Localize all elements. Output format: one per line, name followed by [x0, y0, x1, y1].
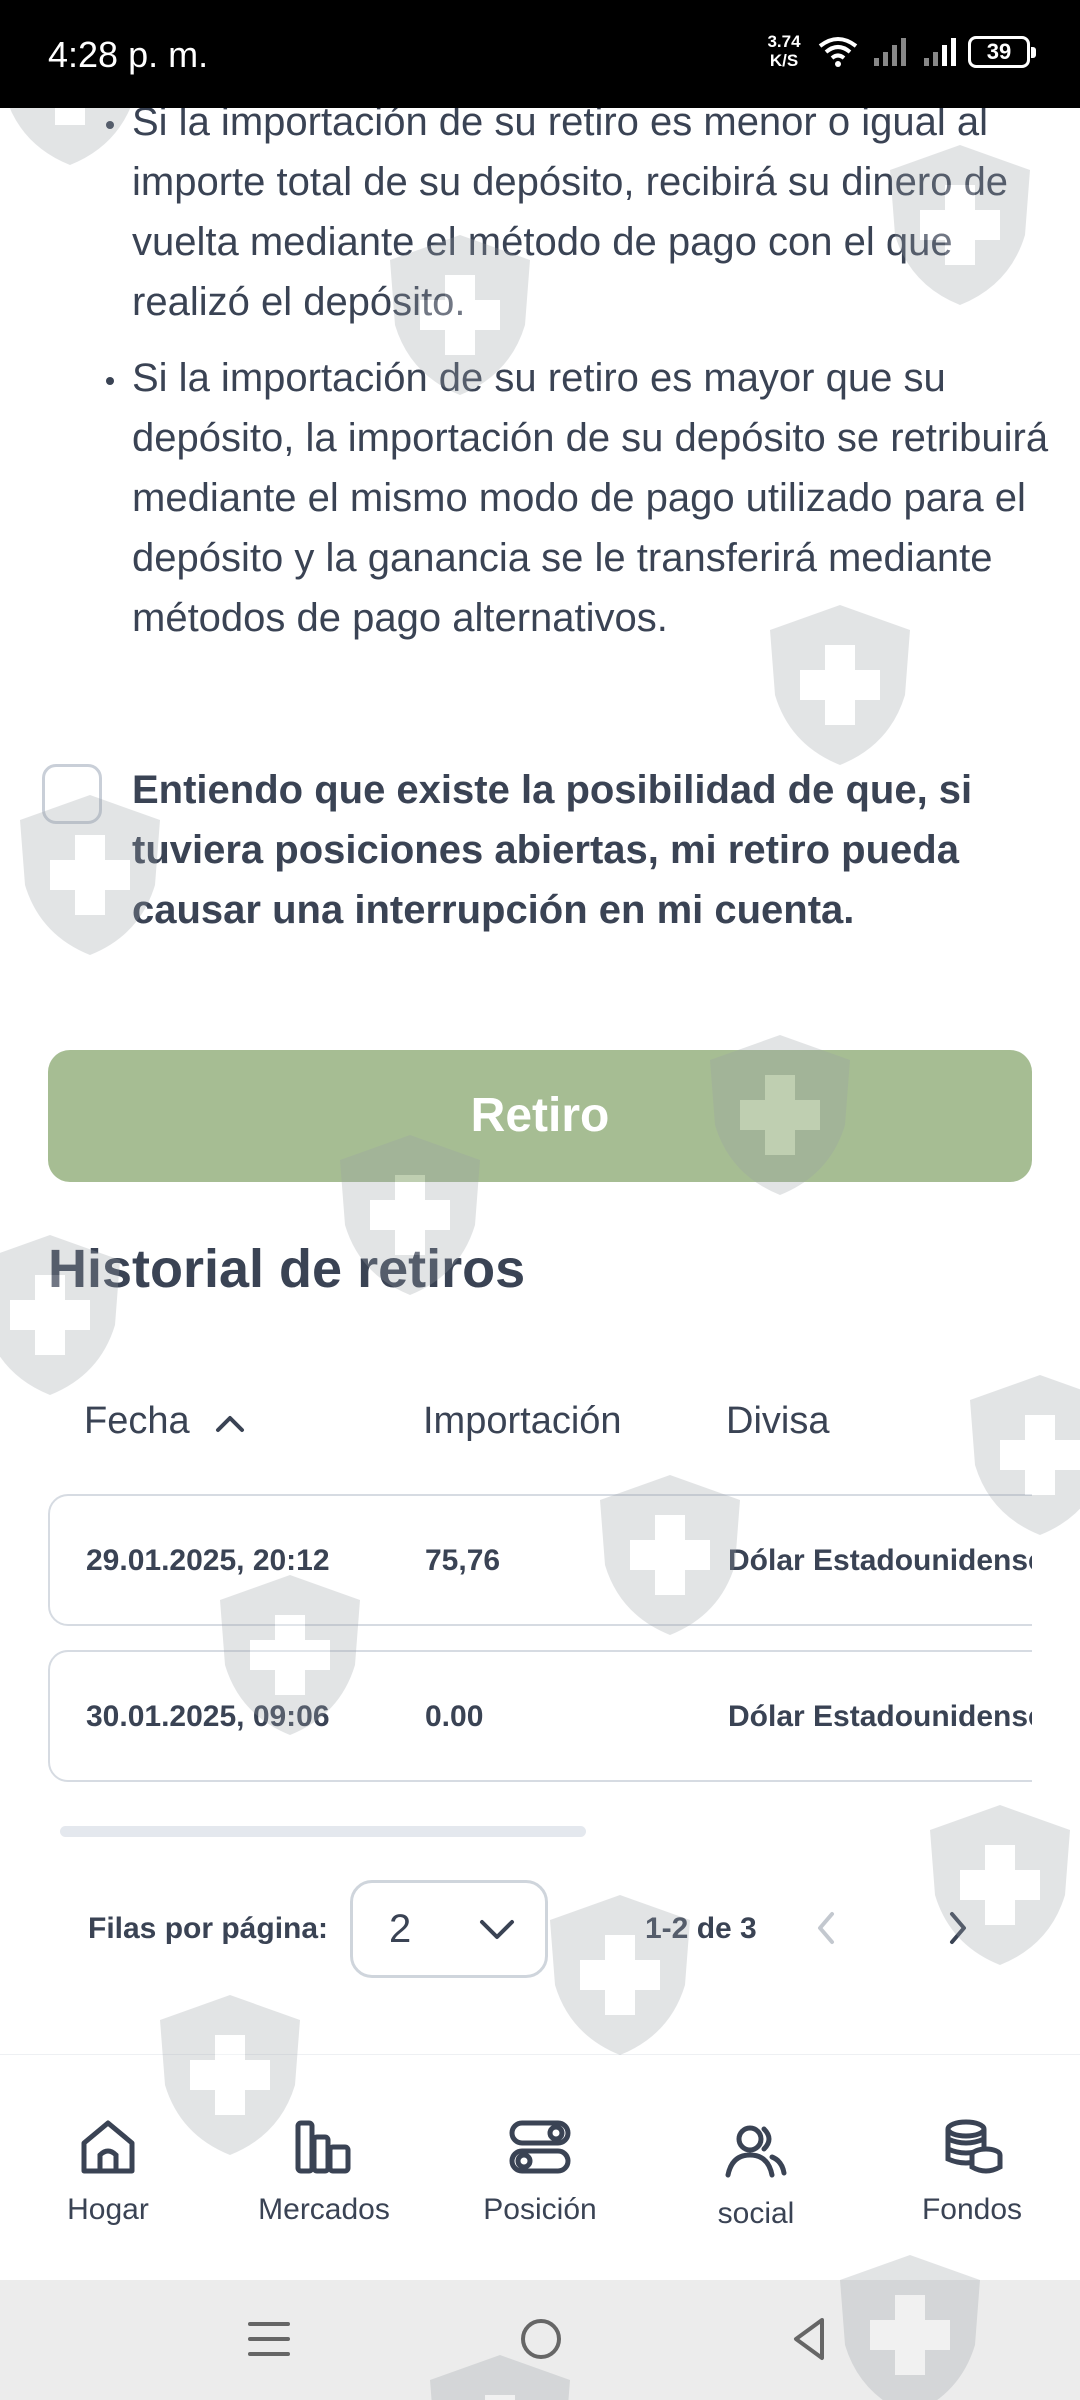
info-bullet: Si la importación de su retiro es menor …: [90, 92, 1050, 332]
signal-icon: [924, 38, 956, 66]
rows-per-page-label: Filas por página:: [88, 1912, 329, 1945]
withdrawal-info-list: Si la importación de su retiro es menor …: [90, 92, 1050, 664]
network-speed: 3.74 K/S: [760, 32, 808, 70]
pagination: Filas por página: 2 1-2 de 3: [0, 1880, 1080, 1980]
nav-label: Fondos: [921, 2193, 1023, 2226]
withdraw-button[interactable]: Retiro: [48, 1050, 1032, 1182]
info-bullet: Si la importación de su retiro es mayor …: [90, 348, 1050, 648]
column-header-currency[interactable]: Divisa: [726, 1400, 829, 1443]
nav-label: Posición: [483, 2193, 597, 2226]
chevron-up-icon[interactable]: [214, 1412, 246, 1434]
pagination-range: 1-2 de 3: [645, 1912, 757, 1945]
table-clip: [1032, 1480, 1080, 1800]
cell-currency: Dólar Estadounidense: [728, 1544, 1045, 1577]
home-icon: [81, 2120, 135, 2174]
rows-per-page-value: 2: [389, 1907, 412, 1951]
previous-page-button[interactable]: [812, 1908, 840, 1948]
funds-icon: [945, 2119, 1003, 2174]
menu-icon[interactable]: [244, 2314, 294, 2364]
cell-currency: Dólar Estadounidense: [728, 1700, 1045, 1733]
rows-per-page-select[interactable]: 2: [350, 1880, 548, 1978]
table-header: Fecha Importación Divisa: [0, 1400, 1080, 1460]
status-time: 4:28 p. m.: [48, 34, 209, 75]
markets-icon: [295, 2120, 351, 2174]
back-icon[interactable]: [786, 2314, 836, 2364]
cell-date: 30.01.2025, 09:06: [86, 1700, 330, 1733]
column-header-date[interactable]: Fecha: [84, 1400, 246, 1443]
position-icon: [509, 2120, 571, 2174]
nav-label: Mercados: [258, 2193, 390, 2226]
cell-date: 29.01.2025, 20:12: [86, 1544, 330, 1577]
column-header-date-label: Fecha: [84, 1400, 190, 1442]
nav-item-home[interactable]: Hogar: [23, 2115, 193, 2227]
system-navigation: [0, 2280, 1080, 2400]
home-circle-icon[interactable]: [516, 2314, 566, 2364]
acknowledge-label: Entiendo que existe la posibilidad de qu…: [132, 768, 973, 932]
nav-item-position[interactable]: Posición: [455, 2115, 625, 2227]
signal-icon: [874, 38, 906, 66]
table-row[interactable]: 29.01.2025, 20:12 75,76 Dólar Estadounid…: [48, 1494, 1080, 1626]
bottom-navigation: Hogar Mercados Posición social Fondos: [0, 2054, 1080, 2280]
wifi-icon: [818, 37, 858, 67]
network-speed-value: 3.74: [767, 32, 801, 51]
nav-item-markets[interactable]: Mercados: [239, 2115, 409, 2227]
acknowledge-checkbox[interactable]: [42, 764, 102, 824]
battery-icon: 39: [968, 36, 1036, 68]
cell-amount: 75,76: [425, 1544, 501, 1577]
cell-amount: 0.00: [425, 1700, 484, 1733]
social-icon: [725, 2125, 787, 2178]
history-title: Historial de retiros: [48, 1239, 526, 1299]
nav-label: social: [717, 2197, 795, 2230]
nav-item-funds[interactable]: Fondos: [887, 2115, 1057, 2227]
chevron-down-icon: [480, 1920, 514, 1939]
nav-item-social[interactable]: social: [671, 2115, 841, 2231]
next-page-button[interactable]: [944, 1908, 972, 1948]
nav-label: Hogar: [67, 2193, 149, 2226]
status-bar: 4:28 p. m. 3.74 K/S 39: [0, 0, 1080, 108]
horizontal-scrollbar[interactable]: [60, 1826, 586, 1837]
network-speed-unit: K/S: [769, 51, 799, 70]
table-row[interactable]: 30.01.2025, 09:06 0.00 Dólar Estadounide…: [48, 1650, 1080, 1782]
column-header-amount[interactable]: Importación: [423, 1400, 622, 1443]
